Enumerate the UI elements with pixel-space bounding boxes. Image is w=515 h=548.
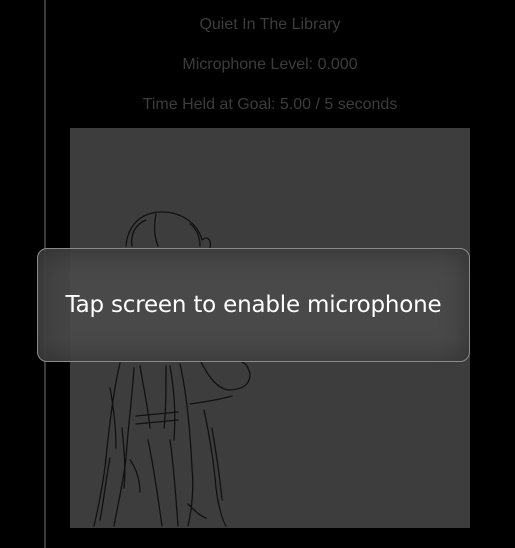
time-held-readout: Time Held at Goal: 5.00 / 5 seconds: [142, 96, 398, 113]
enable-microphone-label: Tap screen to enable microphone: [65, 292, 442, 318]
microphone-level-readout: Microphone Level: 0.000: [182, 56, 358, 73]
game-title: Quiet In The Library: [199, 16, 341, 33]
enable-microphone-prompt[interactable]: Tap screen to enable microphone: [37, 248, 470, 362]
game-screen[interactable]: Quiet In The Library Microphone Level: 0…: [0, 0, 515, 548]
